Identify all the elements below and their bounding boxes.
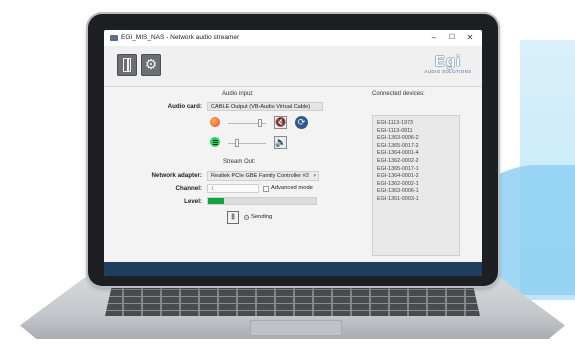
refresh-button[interactable]: ⟳	[295, 116, 308, 129]
settings-button[interactable]: ⚙	[141, 54, 161, 76]
device-list-item[interactable]: EGI-1363-0006-2	[377, 135, 459, 143]
close-button[interactable]: ✕	[462, 30, 478, 46]
network-adapter-value: Realtek PCIe GBE Family Controller #2	[211, 173, 309, 179]
device-list-item[interactable]: EGI-1361-0003-1	[377, 196, 459, 204]
firefox-volume-slider[interactable]	[258, 119, 262, 127]
exit-button[interactable]	[117, 54, 137, 76]
maximize-button[interactable]: ☐	[444, 30, 460, 46]
connected-devices-list[interactable]: EGI-1113-1973 EGI-1113-0811 EGI-1363-0006-…	[372, 115, 460, 256]
door-icon	[123, 58, 131, 72]
gear-icon: ⚙	[144, 56, 158, 72]
device-list-item[interactable]: EGI-1362-0002-1	[377, 181, 459, 189]
toolbar: ⚙ Egi AUDIO SOLUTIONS	[104, 46, 482, 87]
window-titlebar: EGI_MIS_NAS - Network audio streamer – ☐…	[104, 30, 482, 47]
audio-card-label: Audio card:	[167, 103, 202, 110]
audio-input-heading: Audio input:	[222, 91, 254, 97]
device-list-item[interactable]: EGI-1365-0017-2	[377, 143, 459, 151]
firefox-mute-button[interactable]: 🔇	[274, 116, 287, 129]
brand-logo: Egi AUDIO SOLUTIONS	[424, 53, 472, 74]
laptop-screen: EGI_MIS_NAS - Network audio streamer – ☐…	[104, 30, 482, 276]
pause-button[interactable]: ||	[227, 211, 239, 224]
level-meter-fill	[208, 198, 225, 204]
speaker-icon: 🔈	[275, 137, 287, 147]
device-list-item[interactable]: EGI-1113-1973	[377, 120, 459, 128]
network-adapter-select[interactable]: Realtek PCIe GBE Family Controller #2 ▾	[207, 171, 319, 181]
device-list-item[interactable]: EGI-1113-0811	[377, 128, 459, 136]
level-label: Level:	[184, 198, 202, 205]
logo-mark: Egi	[434, 53, 462, 70]
status-text: Sending	[251, 214, 273, 220]
device-list-item[interactable]: EGI-1365-0017-1	[377, 166, 459, 174]
level-meter	[207, 197, 317, 205]
refresh-icon: ⟳	[297, 117, 306, 127]
channel-label: Channel:	[175, 185, 202, 192]
firefox-icon	[210, 117, 220, 127]
advanced-mode-label: Advanced mode	[271, 185, 313, 191]
spotify-volume-slider[interactable]	[235, 139, 239, 147]
logo-subtitle: AUDIO SOLUTIONS	[424, 69, 472, 74]
channel-input[interactable]: 1	[207, 184, 259, 193]
pause-icon: ||	[231, 214, 235, 220]
device-list-item[interactable]: EGI-1364-0001-4	[377, 150, 459, 158]
taskbar	[104, 262, 482, 276]
device-list-item[interactable]: EGI-1362-0002-2	[377, 158, 459, 166]
chevron-down-icon: ▾	[313, 173, 316, 179]
advanced-mode-checkbox[interactable]	[263, 186, 269, 192]
connected-devices-heading: Connected devices:	[372, 91, 425, 97]
spotify-mute-button[interactable]: 🔈	[274, 136, 287, 149]
speaker-muted-icon: 🔇	[275, 117, 287, 127]
laptop-trackpad	[250, 320, 342, 336]
audio-card-field[interactable]: CABLE Output (VB-Audio Virtual Cable)	[207, 102, 323, 111]
device-list-item[interactable]: EGI-1364-0001-2	[377, 173, 459, 181]
laptop-lid: EGI_MIS_NAS - Network audio streamer – ☐…	[88, 14, 498, 286]
stream-out-heading: Stream Out:	[223, 159, 256, 165]
window-title: EGI_MIS_NAS - Network audio streamer	[121, 34, 240, 41]
network-adapter-label: Network adapter:	[151, 172, 202, 179]
device-list-item[interactable]: EGI-1363-0006-1	[377, 188, 459, 196]
sending-indicator	[244, 215, 249, 220]
main-content: Audio input: Audio card: CABLE Output (V…	[104, 87, 482, 257]
app-icon	[110, 35, 118, 41]
spotify-icon	[210, 137, 220, 147]
minimize-button[interactable]: –	[426, 30, 442, 46]
spotify-volume-track	[228, 143, 266, 144]
keyboard-rows	[105, 283, 480, 316]
